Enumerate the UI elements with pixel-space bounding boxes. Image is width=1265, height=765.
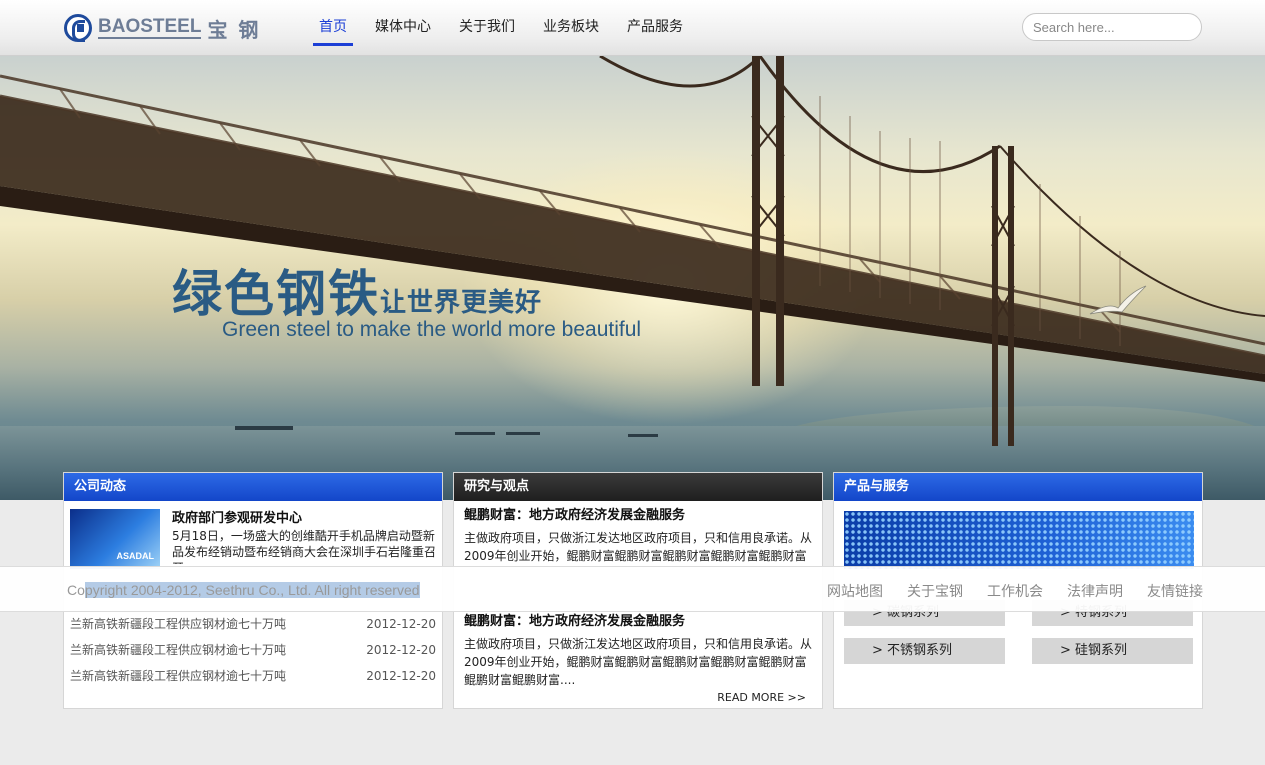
- copyright-prefix: Co: [67, 582, 85, 598]
- banner-title-cn: 绿色钢铁让世界更美好: [172, 254, 542, 326]
- news-title[interactable]: 兰新高铁新疆段工程供应钢材逾七十万吨: [70, 611, 286, 637]
- seagull-icon: [1089, 285, 1147, 315]
- main-nav: 首页 媒体中心 关于我们 业务板块 产品服务: [305, 0, 697, 56]
- banner-title-en: Green steel to make the world more beaut…: [222, 318, 642, 341]
- baosteel-logo-icon: [64, 14, 92, 42]
- site-header: BAOSTEEL 宝 钢 首页 媒体中心 关于我们 业务板块 产品服务: [0, 0, 1265, 56]
- footer-link-friends[interactable]: 友情链接: [1147, 581, 1203, 601]
- brand-logo[interactable]: BAOSTEEL 宝 钢: [64, 12, 260, 44]
- brand-name-cn: 宝 钢: [207, 17, 261, 42]
- news-list: 兰新高铁新疆段工程供应钢材逾七十万吨 2012-12-20 兰新高铁新疆段工程供…: [70, 611, 436, 689]
- news-feature-image-label: ASADAL: [116, 551, 155, 561]
- research-heading: 研究与观点: [454, 473, 822, 501]
- copyright-selected-text: pyright 2004-2012, Seethru Co., Ltd. All…: [84, 582, 420, 598]
- research-article: 鲲鹏财富：地方政府经济发展金融服务 主做政府项目，只做浙江发达地区政府项目，只和…: [464, 507, 816, 565]
- research-article-text: 主做政府项目，只做浙江发达地区政府项目，只和信用良承诺。从2009年创业开始，鲲…: [464, 637, 813, 687]
- news-feature-text: 5月18日，一场盛大的创维酷开手机品牌启动暨新品发布经销动暨布经销商大会在深圳手…: [172, 529, 437, 564]
- nav-item-products[interactable]: 产品服务: [621, 0, 689, 46]
- nav-item-business[interactable]: 业务板块: [537, 0, 605, 46]
- footer-link-sitemap[interactable]: 网站地图: [827, 581, 883, 601]
- footer-link-legal[interactable]: 法律声明: [1067, 581, 1123, 601]
- products-heading: 产品与服务: [834, 473, 1202, 501]
- nav-item-media-center[interactable]: 媒体中心: [369, 0, 437, 46]
- footer-links: 网站地图 关于宝钢 工作机会 法律声明 友情链接: [803, 581, 1203, 601]
- news-feature-title[interactable]: 政府部门参观研发中心: [172, 507, 302, 526]
- hero-banner: 绿色钢铁让世界更美好 Green steel to make the world…: [0, 56, 1265, 500]
- banner-title-cn-main: 绿色钢铁: [172, 265, 380, 323]
- read-more-link[interactable]: READ MORE >>: [717, 691, 806, 704]
- product-stainless-steel-button[interactable]: > 不锈钢系列: [844, 638, 1005, 664]
- news-date: 2012-12-20: [366, 617, 436, 631]
- research-article-text: 主做政府项目，只做浙江发达地区政府项目，只和信用良承诺。从2009年创业开始，鲲…: [464, 531, 813, 563]
- news-feature-image[interactable]: ASADAL: [70, 509, 160, 569]
- products-world-map-image[interactable]: [844, 511, 1194, 569]
- research-article-title[interactable]: 鲲鹏财富：地方政府经济发展金融服务: [464, 613, 816, 631]
- news-title[interactable]: 兰新高铁新疆段工程供应钢材逾七十万吨: [70, 663, 286, 689]
- news-title[interactable]: 兰新高铁新疆段工程供应钢材逾七十万吨: [70, 637, 286, 663]
- news-date: 2012-12-20: [366, 669, 436, 683]
- company-news-heading: 公司动态: [64, 473, 442, 501]
- brand-name-en: BAOSTEEL: [98, 16, 202, 39]
- nav-item-about-us[interactable]: 关于我们: [453, 0, 521, 46]
- news-date: 2012-12-20: [366, 643, 436, 657]
- product-silicon-steel-button[interactable]: > 硅钢系列: [1032, 638, 1193, 664]
- news-row[interactable]: 兰新高铁新疆段工程供应钢材逾七十万吨 2012-12-20: [70, 611, 436, 637]
- nav-item-home[interactable]: 首页: [313, 0, 353, 46]
- research-article: 鲲鹏财富：地方政府经济发展金融服务 主做政府项目，只做浙江发达地区政府项目，只和…: [464, 613, 816, 689]
- footer-link-careers[interactable]: 工作机会: [987, 581, 1043, 601]
- copyright-text: Copyright 2004-2012, Seethru Co., Ltd. A…: [67, 582, 420, 598]
- news-row[interactable]: 兰新高铁新疆段工程供应钢材逾七十万吨 2012-12-20: [70, 663, 436, 689]
- search-input[interactable]: [1022, 13, 1202, 41]
- research-article-title[interactable]: 鲲鹏财富：地方政府经济发展金融服务: [464, 507, 816, 525]
- news-row[interactable]: 兰新高铁新疆段工程供应钢材逾七十万吨 2012-12-20: [70, 637, 436, 663]
- site-footer: Copyright 2004-2012, Seethru Co., Ltd. A…: [0, 566, 1265, 612]
- footer-link-about[interactable]: 关于宝钢: [907, 581, 963, 601]
- banner-title-cn-sub: 让世界更美好: [380, 288, 543, 318]
